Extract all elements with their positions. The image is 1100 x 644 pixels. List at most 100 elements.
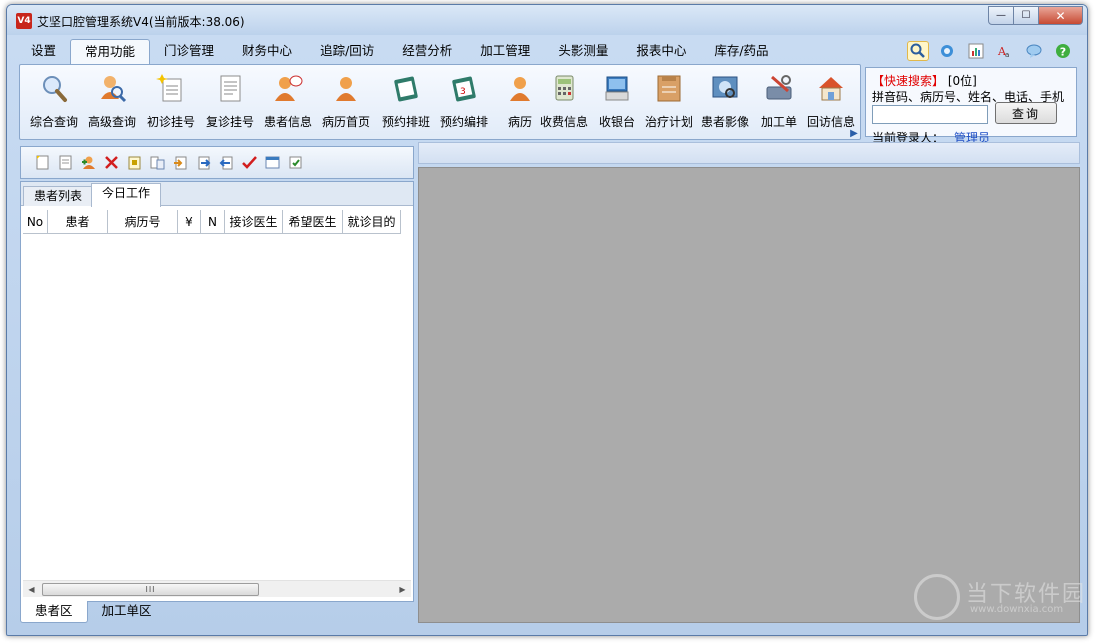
- tab-patient-area[interactable]: 患者区: [20, 601, 88, 623]
- advanced-search-icon: [97, 73, 127, 103]
- ribbon-label: 加工单: [760, 115, 797, 129]
- column-header-attending-doctor[interactable]: 接诊医生: [225, 210, 283, 234]
- help-icon[interactable]: ?: [1052, 41, 1074, 61]
- ribbon-scroll-right-icon[interactable]: ▶: [846, 126, 862, 142]
- ribbon-button-record-homepage[interactable]: 病历首页: [316, 73, 376, 133]
- quick-search-button[interactable]: 查询: [995, 102, 1057, 124]
- ribbon-button-followup-info[interactable]: 回访信息: [801, 73, 860, 133]
- refresh-icon[interactable]: [936, 41, 958, 61]
- scroll-left-icon[interactable]: ◀: [23, 581, 40, 598]
- ribbon-button-advanced-search[interactable]: 高级查询: [82, 73, 142, 133]
- ribbon-button-general-search[interactable]: 综合查询: [24, 73, 84, 133]
- back-icon[interactable]: [218, 154, 235, 171]
- delete-icon[interactable]: [103, 154, 120, 171]
- house-icon: [816, 73, 846, 103]
- column-header-patient[interactable]: 患者: [48, 210, 108, 234]
- ribbon-label: 初诊挂号: [146, 115, 195, 129]
- ribbon-button-patient-info[interactable]: 患者信息: [258, 73, 318, 133]
- tools-icon: [764, 73, 794, 103]
- patient-grid-header: No 患者 病历号 ¥ N 接诊医生 希望医生 就诊目的: [23, 210, 401, 234]
- menu-tab-followup[interactable]: 追踪/回访: [306, 39, 388, 63]
- menu-tab-common-functions[interactable]: 常用功能: [70, 39, 151, 65]
- window-title: 艾坚口腔管理系统V4(当前版本:38.06): [37, 15, 245, 29]
- quick-search-input[interactable]: [872, 105, 988, 124]
- ribbon-button-first-visit-registration[interactable]: 初诊挂号: [141, 73, 201, 133]
- ribbon-label: 预约编排: [439, 115, 488, 129]
- svg-text:a: a: [1005, 51, 1009, 59]
- column-header-record-no[interactable]: 病历号: [108, 210, 178, 234]
- font-icon[interactable]: Aa: [994, 41, 1016, 61]
- search-icon[interactable]: [907, 41, 929, 61]
- menu-tab-outpatient[interactable]: 门诊管理: [150, 39, 228, 63]
- minimize-button[interactable]: —: [988, 6, 1014, 25]
- quick-search-title: 【快速搜索】: [872, 74, 945, 88]
- ribbon-button-patient-images[interactable]: 患者影像: [695, 73, 755, 133]
- menu-tab-business-analysis[interactable]: 经营分析: [388, 39, 466, 63]
- scroll-right-icon[interactable]: ▶: [394, 581, 411, 598]
- close-button[interactable]: ✕: [1039, 6, 1083, 25]
- column-header-preferred-doctor[interactable]: 希望医生: [283, 210, 343, 234]
- ribbon-label: 治疗计划: [644, 115, 693, 129]
- bottom-tabs: 患者区 加工单区: [20, 601, 166, 625]
- workspace-area: [418, 167, 1080, 623]
- patient-grid-body: [23, 235, 409, 580]
- scrollbar-thumb[interactable]: III: [42, 583, 259, 596]
- patient-tabs: 患者列表 今日工作: [21, 182, 413, 207]
- schedule-icon: [391, 73, 421, 103]
- main-menu: 设置 常用功能 门诊管理 财务中心 追踪/回访 经营分析 加工管理 头影测量 报…: [17, 39, 783, 65]
- ribbon-button-revisit-registration[interactable]: 复诊挂号: [200, 73, 260, 133]
- column-header-amount[interactable]: ¥: [178, 210, 201, 234]
- ribbon-label: 患者影像: [700, 115, 749, 129]
- tab-patient-list[interactable]: 患者列表: [23, 186, 94, 206]
- ribbon-button-processing-order[interactable]: 加工单: [749, 73, 809, 133]
- menu-tab-reports[interactable]: 报表中心: [622, 39, 700, 63]
- patient-info-icon: [273, 73, 303, 103]
- chat-icon[interactable]: [1023, 41, 1045, 61]
- add-user-icon[interactable]: [80, 154, 97, 171]
- export-icon[interactable]: [195, 154, 212, 171]
- patient-panel: 患者列表 今日工作 No 患者 病历号 ¥ N 接诊医生 希望医生 就诊目的 ◀…: [20, 181, 414, 602]
- ribbon-label: 收银台: [598, 115, 635, 129]
- medical-record-icon: [505, 73, 535, 103]
- menu-tab-cephalometry[interactable]: 头影测量: [544, 39, 622, 63]
- import-icon[interactable]: [172, 154, 189, 171]
- patient-toolbar: [20, 146, 414, 179]
- ribbon-label: 收费信息: [539, 115, 588, 129]
- tab-processing-order-area[interactable]: 加工单区: [88, 601, 166, 623]
- ribbon-label: 高级查询: [87, 115, 136, 129]
- tab-today-work[interactable]: 今日工作: [91, 183, 162, 207]
- appointment-arrange-icon: 3: [449, 73, 479, 103]
- chart-icon[interactable]: [965, 41, 987, 61]
- column-header-n[interactable]: N: [201, 210, 225, 234]
- menu-tab-finance[interactable]: 财务中心: [228, 39, 306, 63]
- ribbon-label: 患者信息: [263, 115, 312, 129]
- checkmark-icon[interactable]: [241, 154, 258, 171]
- refresh-list-icon[interactable]: [287, 154, 304, 171]
- window-icon[interactable]: [264, 154, 281, 171]
- horizontal-scrollbar[interactable]: ◀ III ▶: [23, 580, 411, 597]
- maximize-button[interactable]: ☐: [1014, 6, 1039, 25]
- ribbon-button-treatment-plan[interactable]: 治疗计划: [639, 73, 699, 133]
- ribbon-label: 病历首页: [321, 115, 370, 129]
- svg-text:?: ?: [1060, 46, 1066, 59]
- ribbon-button-appointment-schedule[interactable]: 预约排班: [376, 73, 436, 133]
- quick-search-heading: 【快速搜索】 [0位]: [872, 72, 977, 89]
- ribbon-button-cashier[interactable]: 收银台: [587, 73, 647, 133]
- transfer-icon[interactable]: [149, 154, 166, 171]
- ribbon-button-appointment-arrange[interactable]: 3 预约编排: [434, 73, 494, 133]
- patient-image-icon: [710, 73, 740, 103]
- record-home-icon: [331, 73, 361, 103]
- notepad-icon[interactable]: [126, 154, 143, 171]
- quick-tools: Aa ?: [907, 41, 1074, 61]
- menu-tab-inventory[interactable]: 库存/药品: [700, 39, 782, 63]
- column-header-visit-purpose[interactable]: 就诊目的: [343, 210, 401, 234]
- revisit-registration-icon: [215, 73, 245, 103]
- ribbon-button-charge-info[interactable]: 收费信息: [534, 73, 594, 133]
- menu-tab-processing[interactable]: 加工管理: [466, 39, 544, 63]
- document-icon[interactable]: [57, 154, 74, 171]
- svg-text:3: 3: [460, 87, 466, 97]
- new-document-icon[interactable]: [34, 154, 51, 171]
- title-bar: V4 艾坚口腔管理系统V4(当前版本:38.06) — ☐ ✕: [7, 5, 1087, 35]
- menu-tab-settings[interactable]: 设置: [17, 39, 70, 63]
- column-header-no[interactable]: No: [23, 210, 48, 234]
